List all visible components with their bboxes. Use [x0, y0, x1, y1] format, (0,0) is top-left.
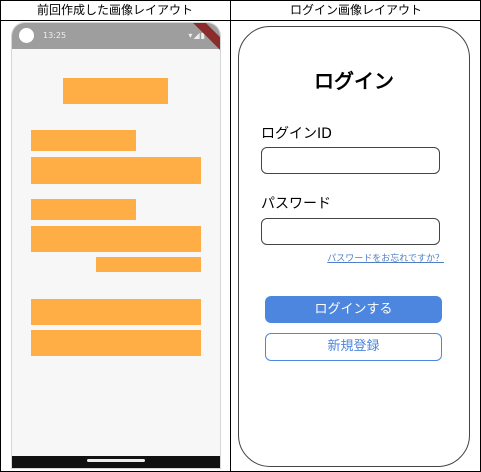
- status-time: 13:25: [43, 31, 67, 40]
- password-label: パスワード: [261, 196, 331, 212]
- status-bar: 13:25 ▾◢▮: [12, 23, 220, 49]
- forgot-password-link[interactable]: パスワードをお忘れですか？: [327, 251, 444, 264]
- placeholder-input-block: [31, 157, 201, 184]
- placeholder-input-block: [31, 226, 201, 252]
- placeholder-label-block: [31, 199, 136, 220]
- home-indicator: [87, 459, 145, 462]
- login-screen-mockup: ログイン ログインID パスワード パスワードをお忘れですか？ ログインする 新…: [238, 26, 470, 467]
- register-button[interactable]: 新規登録: [265, 333, 442, 361]
- right-column-header: ログイン画像レイアウト: [289, 3, 422, 17]
- login-id-input[interactable]: [261, 147, 440, 174]
- placeholder-button-block: [31, 299, 201, 325]
- login-title: ログイン: [314, 69, 394, 93]
- placeholder-label-block: [31, 130, 136, 151]
- left-column-header: 前回作成した画像レイアウト: [36, 3, 193, 17]
- placeholder-title-block: [63, 78, 168, 104]
- phone-mockup: 13:25 ▾◢▮: [11, 22, 221, 469]
- login-id-label: ログインID: [261, 126, 332, 142]
- header-divider: [0, 20, 481, 21]
- placeholder-link-block: [96, 257, 201, 272]
- navigation-bar: [12, 456, 220, 468]
- password-input[interactable]: [261, 218, 440, 245]
- camera-icon: [19, 28, 34, 43]
- placeholder-button-block: [31, 330, 201, 356]
- login-button[interactable]: ログインする: [265, 296, 442, 323]
- column-divider: [230, 0, 231, 472]
